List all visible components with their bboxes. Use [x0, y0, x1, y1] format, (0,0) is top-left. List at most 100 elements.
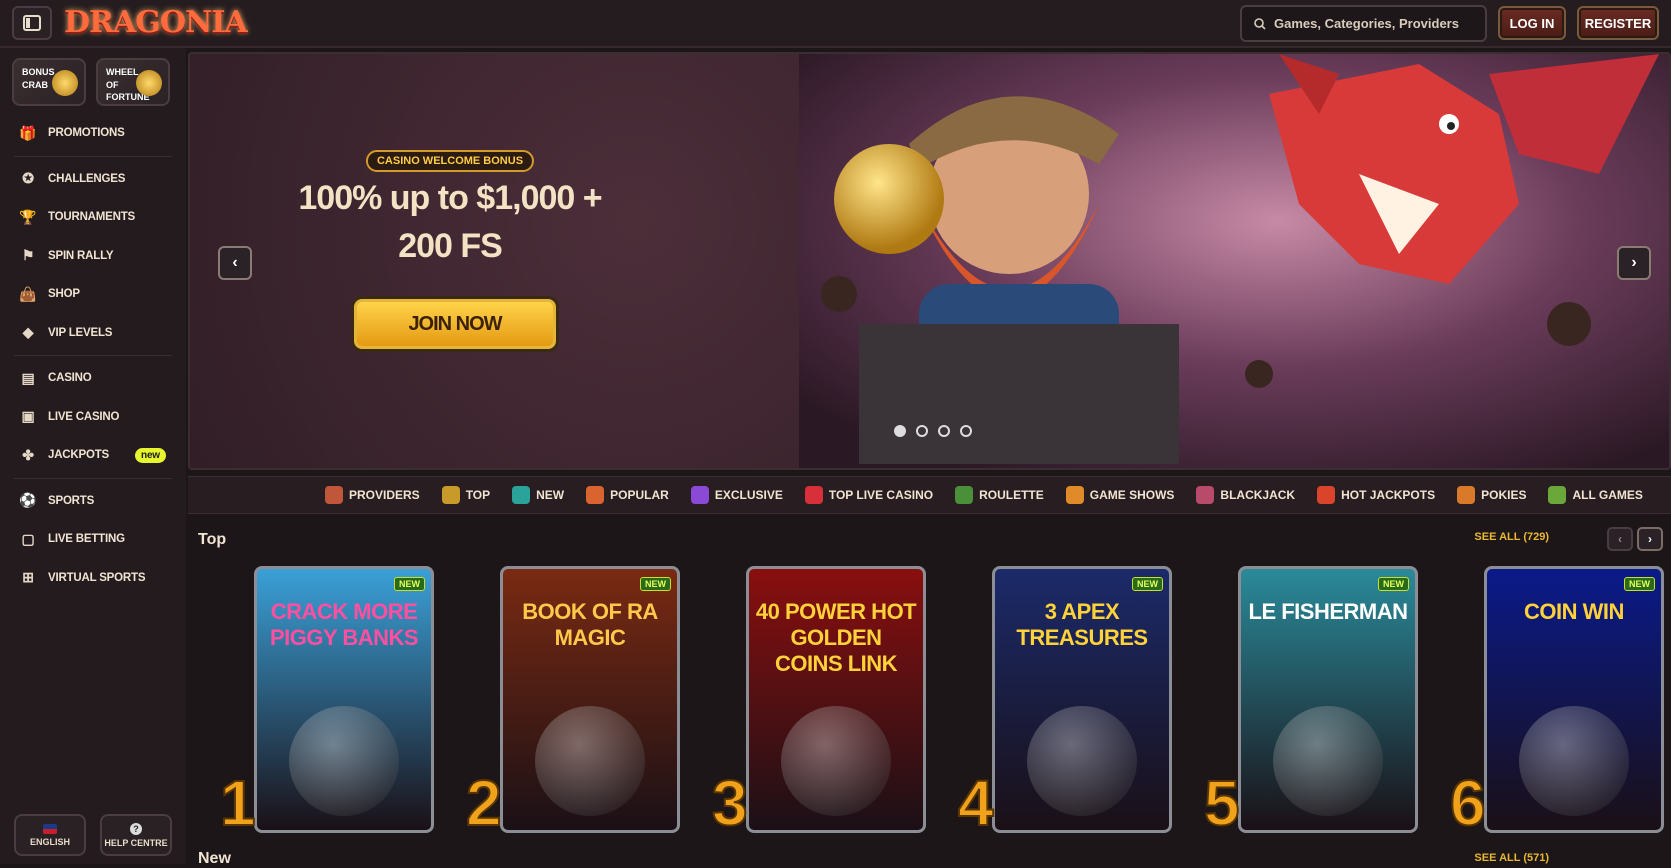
sidebar-item-live-casino[interactable]: ▣ LIVE CASINO [0, 398, 186, 437]
top-bar: DRAGONIA LOG IN REGISTER [0, 0, 1671, 48]
top-prev-button[interactable]: ‹ [1607, 527, 1633, 551]
category-blackjack[interactable]: BLACKJACK [1196, 486, 1295, 504]
hero-prev-button[interactable]: ‹ [218, 246, 252, 280]
hero-illustration [799, 54, 1669, 468]
category-icon [1457, 486, 1476, 504]
search-input[interactable] [1274, 16, 1474, 31]
game-thumbnail[interactable]: CRACK MORE PIGGY BANKS NEW [254, 566, 434, 833]
brand-logo[interactable]: DRAGONIA [64, 5, 248, 40]
category-top[interactable]: TOP [441, 486, 490, 504]
category-icon [325, 486, 343, 504]
sidebar-item-shop[interactable]: 👜 SHOP [0, 275, 186, 314]
game-card[interactable]: CRACK MORE PIGGY BANKS NEW 1 [219, 566, 434, 836]
sidebar-item-casino[interactable]: ▤ CASINO [0, 359, 186, 398]
game-card[interactable]: COIN WIN NEW 6 [1449, 566, 1664, 836]
clover-icon: ✤ [22, 446, 34, 463]
login-button[interactable]: LOG IN [1498, 6, 1566, 40]
section-title-new: New [198, 850, 231, 867]
game-title: 40 POWER HOT GOLDEN COINS LINK [755, 599, 917, 676]
wheel-of-fortune-card[interactable]: WHEEL OF FORTUNE [96, 58, 170, 106]
slide-dot[interactable] [916, 425, 928, 437]
category-pokies[interactable]: POKIES [1457, 486, 1526, 504]
category-all-games[interactable]: ALL GAMES [1548, 486, 1643, 504]
medal-icon: ✪ [22, 170, 34, 187]
sidebar-item-label: CASINO [48, 372, 92, 385]
category-popular[interactable]: POPULAR [586, 486, 669, 504]
sidebar-item-label: SPORTS [48, 494, 95, 507]
category-label: NEW [536, 488, 565, 502]
game-title: LE FISHERMAN [1248, 599, 1409, 624]
category-icon [1317, 486, 1336, 504]
category-new[interactable]: NEW [512, 486, 564, 504]
live-icon: ▢ [21, 530, 35, 547]
see-all-top-link[interactable]: SEE ALL (729) [1474, 531, 1549, 543]
new-badge: NEW [1624, 577, 1655, 591]
sidebar-item-jackpots[interactable]: ✤ JACKPOTS new [0, 436, 186, 475]
sidebar-item-live-betting[interactable]: ▢ LIVE BETTING [0, 520, 186, 559]
sidebar-item-label: TOURNAMENTS [48, 211, 136, 224]
chevron-left-icon: ‹ [1618, 532, 1622, 546]
category-label: GAME SHOWS [1089, 488, 1175, 502]
game-artwork [1273, 706, 1383, 816]
sidebar-item-label: PROMOTIONS [48, 127, 125, 140]
category-label: BLACKJACK [1220, 488, 1296, 502]
hero-next-button[interactable]: › [1617, 246, 1651, 280]
category-providers[interactable]: PROVIDERS [325, 486, 420, 504]
category-top-live-casino[interactable]: TOP LIVE CASINO [804, 486, 933, 504]
category-icon [512, 486, 531, 504]
sidebar-item-promotions[interactable]: 🎁 PROMOTIONS [0, 114, 186, 153]
shopping-bag-icon: 👜 [19, 285, 37, 302]
game-thumbnail[interactable]: BOOK OF RA MAGIC NEW [500, 566, 680, 833]
register-button[interactable]: REGISTER [1577, 6, 1659, 40]
game-thumbnail[interactable]: 40 POWER HOT GOLDEN COINS LINK [746, 566, 926, 833]
slide-dot[interactable] [938, 425, 950, 437]
game-thumbnail[interactable]: LE FISHERMAN NEW [1238, 566, 1418, 833]
new-badge: NEW [640, 577, 671, 591]
sidebar-item-spin-rally[interactable]: ⚑ SPIN RALLY [0, 237, 186, 276]
category-bar: PROVIDERS TOP NEW POPULAR EXCLUSIVE TOP LIVE … [188, 476, 1671, 514]
hero-title-line1: 100% up to $1,000 + [298, 179, 602, 217]
bonus-crab-card[interactable]: BONUS CRAB [12, 58, 86, 106]
top-next-button[interactable]: › [1637, 527, 1663, 551]
join-now-button[interactable]: JOIN NOW [354, 299, 556, 349]
hero-title-line2: 200 FS [398, 227, 503, 265]
game-artwork [289, 706, 399, 816]
sidebar-item-label: SHOP [48, 288, 80, 301]
sidebar-item-vip-levels[interactable]: ◆ VIP LEVELS [0, 314, 186, 353]
game-card[interactable]: 3 APEX TREASURES NEW 4 [957, 566, 1172, 836]
slide-dot[interactable] [960, 425, 972, 437]
sidebar: BONUS CRAB WHEEL OF FORTUNE 🎁 PROMOTIONS … [0, 48, 186, 864]
sidebar-item-challenges[interactable]: ✪ CHALLENGES [0, 160, 186, 199]
divider [14, 355, 172, 356]
sidebar-item-label: VIP LEVELS [48, 326, 113, 339]
hero-banner: CASINO WELCOME BONUS 100% up to $1,000 +… [188, 52, 1671, 470]
wheel-icon [136, 70, 162, 96]
rank-number: 2 [465, 767, 503, 839]
welcome-bonus-pill: CASINO WELCOME BONUS [365, 150, 535, 172]
search-icon [1254, 17, 1266, 30]
hero-title: 100% up to $1,000 + 200 FS [255, 174, 645, 270]
game-thumbnail[interactable]: 3 APEX TREASURES NEW [992, 566, 1172, 833]
game-card[interactable]: BOOK OF RA MAGIC NEW 2 [465, 566, 680, 836]
see-all-new-link[interactable]: SEE ALL (571) [1474, 852, 1549, 864]
sidebar-item-sports[interactable]: ⚽ SPORTS [0, 482, 186, 521]
sidebar-item-virtual-sports[interactable]: ⊞ VIRTUAL SPORTS [0, 559, 186, 598]
category-exclusive[interactable]: EXCLUSIVE [690, 486, 783, 504]
category-label: PROVIDERS [349, 488, 420, 502]
category-icon [804, 486, 823, 504]
category-label: POKIES [1481, 488, 1527, 502]
trophy-icon: 🏆 [19, 208, 37, 225]
sidebar-item-tournaments[interactable]: 🏆 TOURNAMENTS [0, 198, 186, 237]
category-roulette[interactable]: ROULETTE [955, 486, 1044, 504]
help-centre-button[interactable]: ? HELP CENTRE [100, 814, 172, 856]
game-thumbnail[interactable]: COIN WIN NEW [1484, 566, 1664, 833]
language-button[interactable]: ENGLISH [14, 814, 86, 856]
game-card[interactable]: LE FISHERMAN NEW 5 [1203, 566, 1418, 836]
rank-number: 4 [957, 767, 995, 839]
category-hot-jackpots[interactable]: HOT JACKPOTS [1317, 486, 1435, 504]
game-card[interactable]: 40 POWER HOT GOLDEN COINS LINK 3 [711, 566, 926, 836]
category-game-shows[interactable]: GAME SHOWS [1065, 486, 1175, 504]
sidebar-toggle-button[interactable] [12, 6, 52, 40]
search-box[interactable] [1240, 5, 1487, 42]
slide-dot[interactable] [894, 425, 906, 437]
